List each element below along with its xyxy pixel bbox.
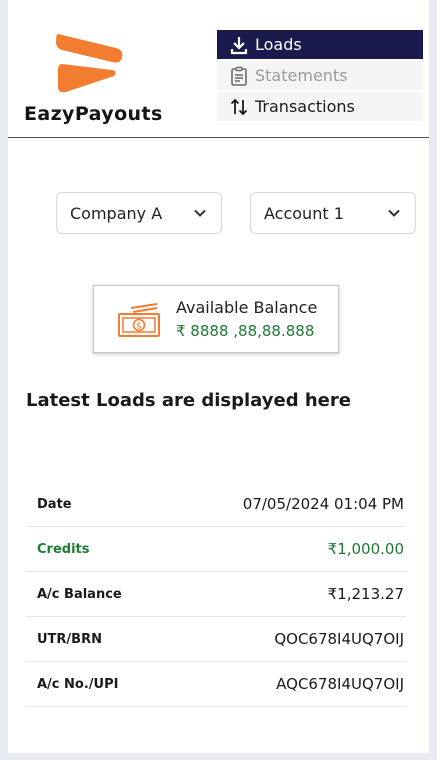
account-select[interactable]: Account 1 bbox=[250, 192, 416, 234]
detail-value: ₹1,000.00 bbox=[327, 540, 404, 558]
balance-value: ₹ 8888 ,88,88.888 bbox=[176, 322, 315, 340]
detail-key: Credits bbox=[37, 541, 90, 557]
cash-icon: $ bbox=[118, 303, 160, 337]
svg-text:$: $ bbox=[136, 322, 142, 332]
nav-menu: Loads Statements Transactions bbox=[217, 30, 423, 123]
nav-item-transactions[interactable]: Transactions bbox=[217, 92, 423, 121]
nav-item-loads[interactable]: Loads bbox=[217, 30, 423, 59]
nav-item-label: Loads bbox=[255, 35, 302, 54]
detail-value: ₹1,213.27 bbox=[327, 585, 404, 603]
clipboard-icon bbox=[229, 66, 249, 86]
download-icon bbox=[229, 35, 249, 55]
load-details: Date 07/05/2024 01:04 PM Credits ₹1,000.… bbox=[26, 482, 406, 707]
account-select-value: Account 1 bbox=[264, 203, 344, 223]
app-screen: EazyPayouts Loads Statements Transaction… bbox=[8, 0, 429, 753]
detail-value: 07/05/2024 01:04 PM bbox=[242, 495, 404, 513]
detail-row-account: A/c No./UPI AQC678I4UQ7OIJ bbox=[26, 662, 406, 707]
chevron-down-icon bbox=[388, 209, 400, 217]
logo-icon bbox=[56, 34, 123, 93]
nav-item-label: Statements bbox=[255, 66, 348, 85]
detail-row-credits: Credits ₹1,000.00 bbox=[26, 527, 406, 572]
balance-label: Available Balance bbox=[176, 298, 318, 317]
company-select-value: Company A bbox=[70, 203, 163, 223]
detail-row-balance: A/c Balance ₹1,213.27 bbox=[26, 572, 406, 617]
header: EazyPayouts Loads Statements Transaction… bbox=[8, 0, 429, 138]
company-select[interactable]: Company A bbox=[56, 192, 222, 234]
detail-row-utr: UTR/BRN QOC678I4UQ7OIJ bbox=[26, 617, 406, 662]
balance-card: $ Available Balance ₹ 8888 ,88,88.888 bbox=[93, 285, 339, 353]
detail-key: A/c Balance bbox=[37, 586, 122, 602]
detail-key: Date bbox=[37, 496, 72, 512]
brand-name: EazyPayouts bbox=[24, 103, 163, 125]
detail-key: A/c No./UPI bbox=[37, 676, 119, 692]
chevron-down-icon bbox=[194, 209, 206, 217]
detail-value: QOC678I4UQ7OIJ bbox=[274, 630, 404, 648]
detail-value: AQC678I4UQ7OIJ bbox=[276, 675, 404, 693]
section-heading: Latest Loads are displayed here bbox=[26, 390, 351, 411]
nav-item-statements[interactable]: Statements bbox=[217, 61, 423, 90]
nav-item-label: Transactions bbox=[255, 97, 355, 116]
detail-key: UTR/BRN bbox=[37, 631, 102, 647]
detail-row-date: Date 07/05/2024 01:04 PM bbox=[26, 482, 406, 527]
swap-arrows-icon bbox=[229, 97, 249, 117]
